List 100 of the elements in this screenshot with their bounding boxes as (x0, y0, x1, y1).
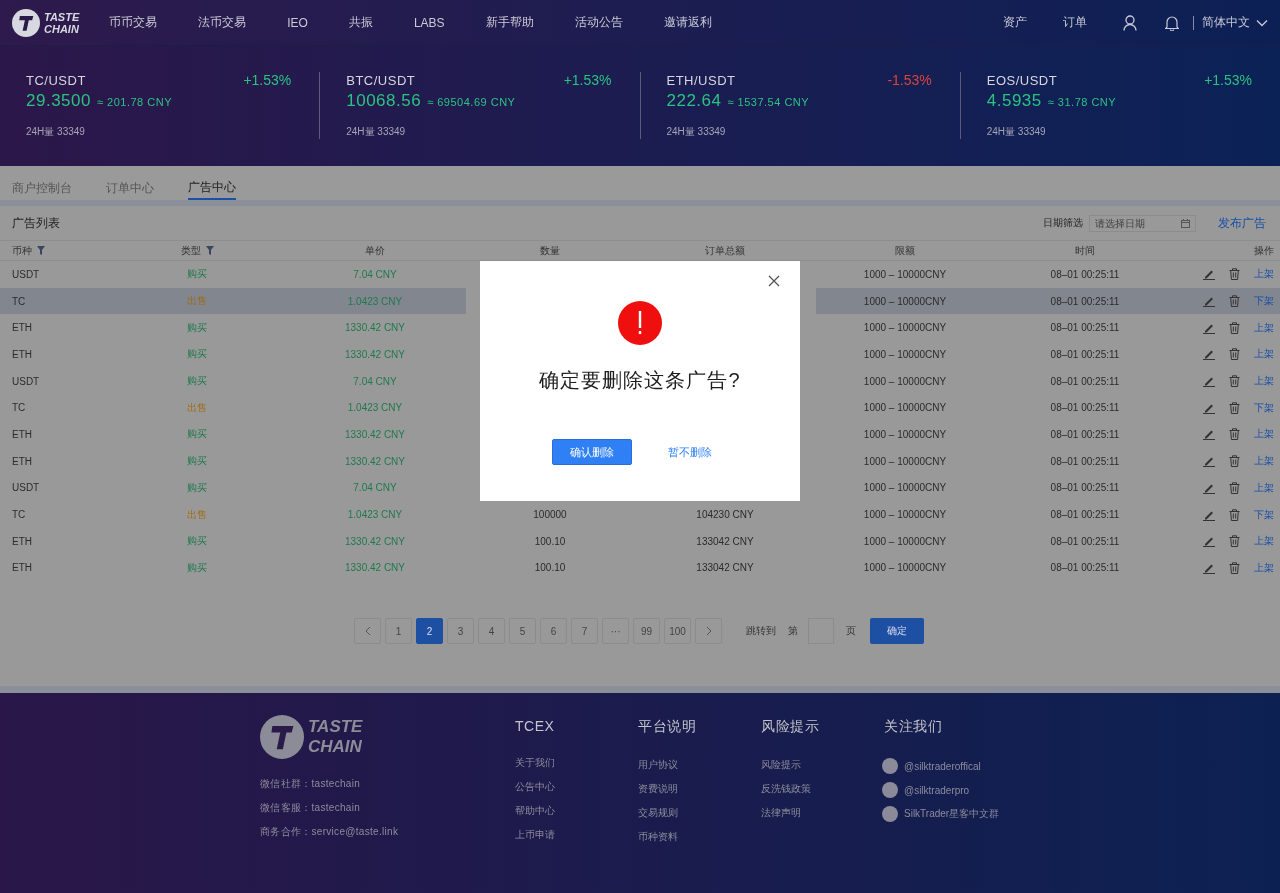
trash-icon[interactable] (1229, 348, 1240, 361)
table-row[interactable]: ETH 购买 1330.42 CNY (0, 341, 466, 368)
trash-icon[interactable] (1229, 375, 1240, 388)
social-icon[interactable] (882, 782, 898, 798)
filter-icon[interactable] (37, 246, 45, 255)
footer-link[interactable]: 公告中心 (515, 781, 555, 792)
nav-link[interactable]: IEO (287, 15, 308, 30)
listing-link[interactable]: 下架 (1254, 507, 1274, 522)
social-icon[interactable] (882, 758, 898, 774)
table-row[interactable]: 1000 – 10000CNY 08–01 00:25:11 上架 (816, 474, 1280, 502)
tab[interactable]: 广告中心 (188, 166, 236, 200)
page-button[interactable]: 5 (509, 618, 536, 645)
edit-icon[interactable] (1203, 428, 1215, 441)
nav-link[interactable]: 法币交易 (198, 14, 247, 31)
footer-link[interactable]: 币种资料 (638, 831, 678, 842)
footer-link[interactable]: 上币申请 (515, 829, 555, 840)
table-row[interactable]: ETH 购买 1330.42 CNY (0, 527, 466, 555)
page-button[interactable]: 6 (540, 618, 567, 645)
listing-link[interactable]: 下架 (1254, 400, 1274, 415)
social-link[interactable]: @silktraderpro (904, 784, 970, 796)
chevron-down-icon[interactable] (1256, 18, 1268, 27)
tab[interactable]: 商户控制台 (12, 166, 72, 200)
date-field[interactable]: 请选择日期 (1089, 214, 1196, 232)
table-row[interactable]: USDT 购买 7.04 CNY (0, 474, 466, 502)
listing-link[interactable]: 上架 (1254, 560, 1274, 575)
table-row[interactable]: 1000 – 10000CNY 08–01 00:25:11 上架 (816, 447, 1280, 475)
edit-icon[interactable] (1203, 535, 1215, 548)
table-row[interactable]: TC 出售 1.0423 CNY (0, 501, 466, 528)
table-row[interactable]: 1000 – 10000CNY 08–01 00:25:11 上架 (816, 341, 1280, 368)
confirm-delete-button[interactable]: 确认删除 (552, 439, 632, 465)
trash-icon[interactable] (1229, 295, 1240, 308)
table-row[interactable]: 1000 – 10000CNY 08–01 00:25:11 上架 (816, 261, 1280, 288)
listing-link[interactable]: 上架 (1254, 480, 1274, 495)
footer-link[interactable]: 反洗钱政策 (761, 783, 811, 794)
table-row[interactable]: 1000 – 10000CNY 08–01 00:25:11 上架 (816, 367, 1280, 395)
nav-link[interactable]: 新手帮助 (485, 14, 534, 31)
footer-link[interactable]: 风险提示 (761, 759, 801, 770)
table-row[interactable]: ETH 购买 1330.42 CNY (0, 314, 466, 342)
table-row[interactable]: ETH 购买 1330.42 CNY (0, 554, 466, 582)
table-row[interactable]: 1000 – 10000CNY 08–01 00:25:11 下架 (816, 287, 1280, 315)
tab[interactable]: 订单中心 (106, 166, 154, 200)
trash-icon[interactable] (1229, 481, 1240, 494)
page-button[interactable]: 3 (447, 618, 474, 645)
edit-icon[interactable] (1203, 348, 1215, 361)
table-row[interactable]: 1000 – 10000CNY 08–01 00:25:11 上架 (816, 421, 1280, 448)
table-row[interactable]: ETH 购买 1330.42 CNY (0, 421, 466, 448)
page-button[interactable]: 4 (478, 618, 505, 645)
table-row[interactable]: TC 出售 1.0423 CNY (0, 287, 466, 315)
listing-link[interactable]: 上架 (1254, 534, 1274, 549)
table-row[interactable]: TC 出售 1.0423 CNY (0, 394, 466, 422)
page-button[interactable]: 99 (633, 618, 660, 645)
nav-link[interactable]: 订单 (1063, 14, 1087, 31)
table-row[interactable]: 1000 – 10000CNY 08–01 00:25:11 下架 (816, 501, 1280, 528)
footer-link[interactable]: 资费说明 (638, 783, 678, 794)
table-row[interactable]: 100.10 133042 CNY (466, 554, 816, 582)
table-row[interactable]: USDT 购买 7.04 CNY (0, 261, 466, 288)
nav-link[interactable]: 币币交易 (109, 14, 158, 31)
page-button[interactable]: 1 (385, 618, 412, 645)
social-link[interactable]: @silktraderoffical (904, 760, 981, 772)
table-row[interactable]: USDT 购买 7.04 CNY (0, 367, 466, 395)
social-icon[interactable] (882, 806, 898, 822)
table-row[interactable]: 1000 – 10000CNY 08–01 00:25:11 下架 (816, 394, 1280, 422)
footer-link[interactable]: 法律声明 (761, 807, 801, 818)
page-button[interactable]: 7 (571, 618, 598, 645)
publish-ad-link[interactable]: 发布广告 (1218, 214, 1266, 232)
page-button[interactable]: 100 (664, 618, 691, 645)
edit-icon[interactable] (1203, 375, 1215, 388)
table-row[interactable]: 100.10 133042 CNY (466, 527, 816, 555)
table-row[interactable]: ETH 购买 1330.42 CNY (0, 447, 466, 475)
nav-link[interactable]: 资产 (1003, 14, 1027, 31)
nav-link[interactable]: LABS (413, 15, 445, 30)
footer-link[interactable]: 关于我们 (515, 757, 555, 768)
listing-link[interactable]: 上架 (1254, 320, 1274, 335)
trash-icon[interactable] (1229, 508, 1240, 521)
confirm-button[interactable]: 确定 (870, 618, 924, 645)
language-selector[interactable]: 简体中文 (1202, 14, 1250, 31)
nav-link[interactable]: 邀请返利 (663, 14, 712, 31)
table-row[interactable]: 1000 – 10000CNY 08–01 00:25:11 上架 (816, 554, 1280, 582)
trash-icon[interactable] (1229, 535, 1240, 548)
table-row[interactable]: 1000 – 10000CNY 08–01 00:25:11 上架 (816, 527, 1280, 555)
listing-link[interactable]: 上架 (1254, 427, 1274, 442)
table-row[interactable]: 1000 – 10000CNY 08–01 00:25:11 上架 (816, 314, 1280, 342)
nav-link[interactable]: 共振 (348, 14, 373, 31)
trash-icon[interactable] (1229, 455, 1240, 468)
listing-link[interactable]: 上架 (1254, 374, 1274, 389)
table-row[interactable]: 100000 104230 CNY (466, 501, 816, 528)
listing-link[interactable]: 上架 (1254, 347, 1274, 362)
footer-link[interactable]: 帮助中心 (515, 805, 555, 816)
trash-icon[interactable] (1229, 268, 1240, 281)
trash-icon[interactable] (1229, 401, 1240, 414)
page-button[interactable]: ··· (602, 618, 629, 645)
page-button[interactable]: 2 (416, 618, 443, 645)
calendar-icon[interactable] (1181, 218, 1190, 228)
social-link[interactable]: SilkTrader星客中文群 (904, 807, 1000, 821)
trash-icon[interactable] (1229, 428, 1240, 441)
listing-link[interactable]: 上架 (1254, 267, 1274, 282)
trash-icon[interactable] (1229, 561, 1240, 574)
cancel-link[interactable]: 暂不删除 (662, 443, 718, 461)
footer-link[interactable]: 用户协议 (638, 759, 678, 770)
trash-icon[interactable] (1229, 321, 1240, 334)
